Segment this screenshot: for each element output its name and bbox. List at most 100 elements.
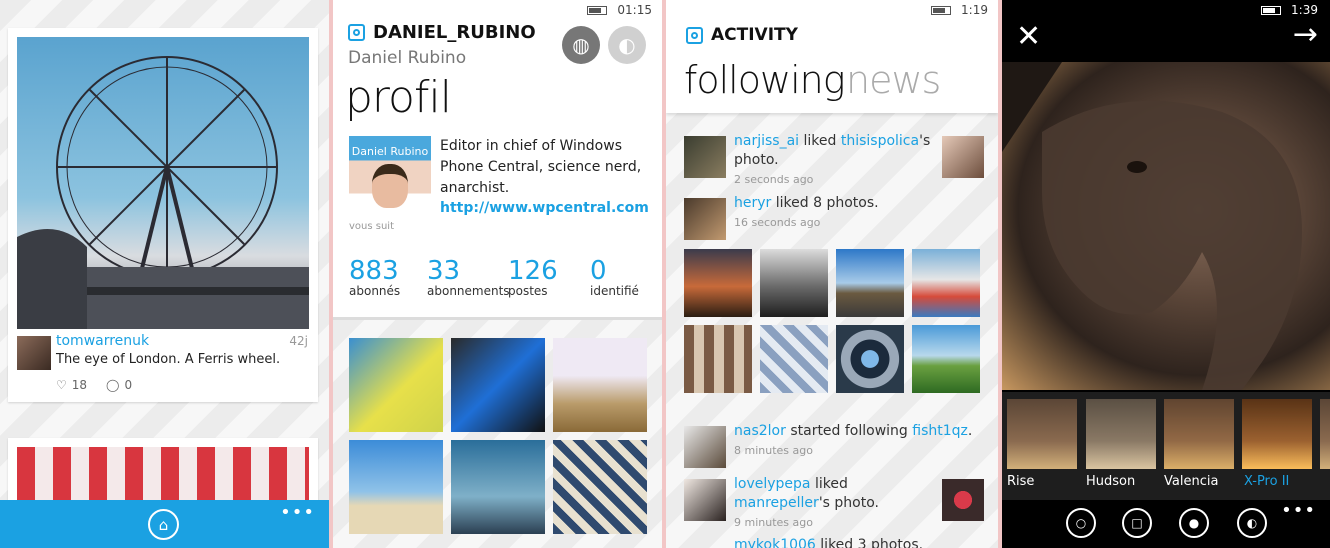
grid-photo[interactable] (451, 440, 545, 534)
activity-tail: . (967, 423, 973, 439)
frame-icon[interactable]: □ (1122, 508, 1152, 538)
follows-you-label: vous suit (349, 221, 395, 232)
filter-thumbnail[interactable] (1242, 399, 1312, 469)
post-username[interactable]: tomwarrenuk (56, 333, 149, 349)
rotate-icon[interactable]: ○ (1066, 508, 1096, 538)
activity-user[interactable]: nas2lor (734, 423, 786, 439)
activity-target[interactable]: manrepeller (734, 495, 819, 511)
stat-label: identifié (590, 284, 639, 298)
activity-target[interactable]: fisht1qz (912, 423, 968, 439)
profile-photo-grid (333, 320, 662, 548)
profile-handle: DANIEL_RUBINO (348, 22, 536, 43)
filter-thumbnail[interactable] (1007, 399, 1077, 469)
editing-photo[interactable] (1002, 62, 1330, 390)
filter-thumbnail[interactable] (1164, 399, 1234, 469)
instagram-icon (686, 26, 703, 44)
activity-text: nas2lor started following fisht1qz. 8 mi… (734, 422, 974, 460)
avatar[interactable] (684, 136, 726, 178)
stat-following[interactable]: 33 abonnements (427, 256, 510, 298)
stat-value: 126 (508, 256, 558, 286)
activity-text: heryr liked 8 photos. 16 seconds ago (734, 194, 934, 232)
activity-user[interactable]: heryr (734, 195, 771, 211)
grid-photo[interactable] (451, 338, 545, 432)
home-icon[interactable]: ⌂ (148, 509, 179, 540)
grid-photo[interactable] (760, 325, 828, 393)
grid-photo[interactable] (912, 249, 980, 317)
filter-label[interactable]: Rise (1007, 474, 1034, 489)
filter-label[interactable]: Valencia (1164, 474, 1218, 489)
tab-news[interactable]: news (846, 58, 941, 102)
battery-icon (1261, 5, 1282, 15)
more-button[interactable]: ••• (280, 502, 315, 523)
tab-following[interactable]: following (684, 58, 846, 102)
unfollow-icon[interactable]: ◐ (608, 26, 646, 64)
stat-value: 883 (349, 256, 399, 286)
activity-verb: liked (799, 133, 841, 149)
comment-icon: ◯ (106, 378, 120, 392)
photo-name-tag: Daniel Rubino (351, 145, 429, 158)
feed-panel: tomwarrenuk 42j The eye of London. A Fer… (0, 0, 329, 548)
clock: 1:39 (1291, 3, 1318, 17)
stat-label: abonnés (349, 284, 401, 298)
activity-verb: started following (785, 423, 913, 439)
activity-thumbnail[interactable] (942, 479, 984, 521)
activity-user[interactable]: lovelypepa (734, 476, 811, 492)
activity-user[interactable]: narjiss_ai (734, 133, 799, 149)
post-photo[interactable] (17, 37, 309, 329)
tool-bar: ○ □ ● ◐ ••• (1002, 500, 1330, 548)
activity-verb: liked 3 photos. (815, 537, 924, 548)
app-bar: ⌂ ••• (0, 500, 329, 548)
profile-name: Daniel Rubino (348, 48, 467, 68)
filter-label-selected[interactable]: X-Pro II (1244, 474, 1289, 489)
activity-thumbnail[interactable] (942, 136, 984, 178)
stat-followers[interactable]: 883 abonnés (349, 256, 400, 298)
grid-photo[interactable] (836, 249, 904, 317)
tilt-shift-icon[interactable]: ● (1179, 508, 1209, 538)
battery-icon (587, 5, 608, 15)
activity-text: mykok1006 liked 3 photos. (734, 536, 934, 548)
activity-user[interactable]: mykok1006 (734, 537, 816, 548)
profile-photo[interactable]: Daniel Rubino (349, 136, 431, 218)
activity-time: 8 minutes ago (734, 444, 813, 457)
avatar[interactable] (684, 198, 726, 240)
like-button[interactable]: ♡ 18 (56, 378, 87, 392)
page-title: profil (345, 72, 452, 123)
comment-button[interactable]: ◯ 0 (106, 378, 132, 392)
more-button[interactable]: ••• (1281, 500, 1316, 521)
filter-thumbnail[interactable] (1086, 399, 1156, 469)
grid-photo[interactable] (553, 338, 647, 432)
activity-panel: 1:19 ACTIVITY following news narjiss_ai … (666, 0, 998, 548)
grid-photo[interactable] (349, 338, 443, 432)
activity-time: 16 seconds ago (734, 216, 821, 229)
close-icon[interactable]: ✕ (1016, 22, 1041, 52)
globe-icon[interactable]: ◍ (562, 26, 600, 64)
avatar[interactable] (684, 479, 726, 521)
arrow-right-icon[interactable]: → (1293, 20, 1318, 50)
stat-label: postes (508, 284, 548, 298)
clock: 1:19 (961, 3, 988, 17)
comment-count: 0 (124, 378, 133, 392)
stat-posts[interactable]: 126 postes (508, 256, 558, 298)
post-card[interactable]: tomwarrenuk 42j The eye of London. A Fer… (8, 28, 318, 402)
handle-text: DANIEL_RUBINO (373, 22, 536, 43)
profile-link[interactable]: http://www.wpcentral.com (440, 200, 649, 216)
activity-target[interactable]: thisispolica (841, 133, 919, 149)
grid-photo[interactable] (836, 325, 904, 393)
avatar[interactable] (17, 336, 51, 370)
grid-photo[interactable] (912, 325, 980, 393)
filter-thumbnail[interactable] (1320, 399, 1330, 469)
filter-label[interactable]: Hudson (1086, 474, 1135, 489)
grid-photo[interactable] (349, 440, 443, 534)
stat-value: 33 (427, 256, 461, 286)
stat-tagged[interactable]: 0 identifié (590, 256, 639, 298)
stat-label: abonnements (427, 284, 510, 298)
grid-photo[interactable] (553, 440, 647, 534)
lux-icon[interactable]: ◐ (1237, 508, 1267, 538)
grid-photo[interactable] (760, 249, 828, 317)
grid-photo[interactable] (684, 325, 752, 393)
face-graphic (372, 164, 408, 208)
activity-text: lovelypepa liked manrepeller's photo. 9 … (734, 475, 934, 532)
avatar[interactable] (684, 426, 726, 468)
activity-time: 2 seconds ago (734, 173, 814, 186)
grid-photo[interactable] (684, 249, 752, 317)
